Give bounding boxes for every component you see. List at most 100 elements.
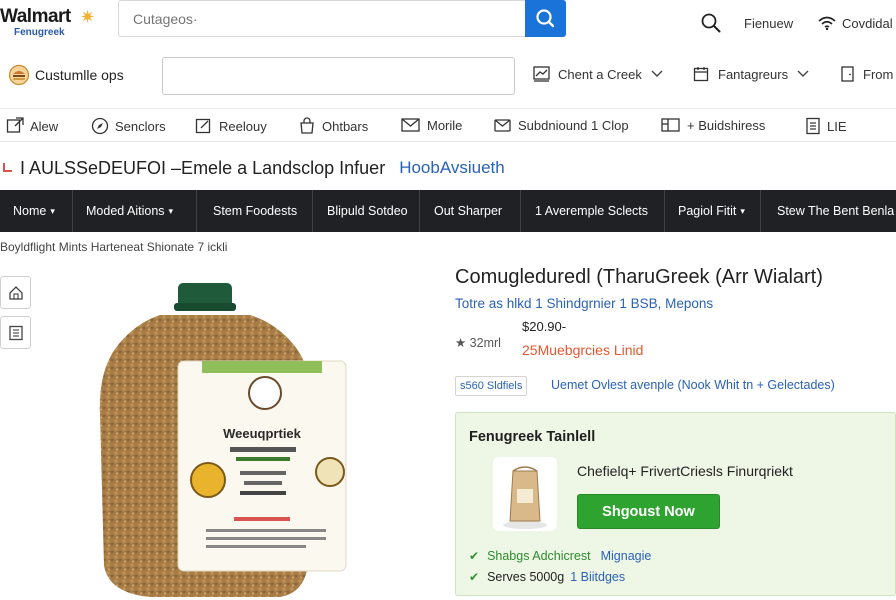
secondary-bar: Custumlle ops Chent a Creek Fantagreurs [0, 52, 896, 100]
nav-item-nome[interactable]: Nome ▾ [13, 190, 55, 232]
compass-icon [91, 117, 109, 135]
offers-link[interactable]: Uemet Ovlest avenple (Nook Whit tn + Gel… [551, 378, 835, 392]
shop-now-button[interactable]: Shgoust Now [577, 494, 720, 529]
row2-dropdown-1[interactable]: Chent a Creek [533, 66, 663, 82]
bag-icon [300, 117, 314, 134]
product-rating[interactable]: ★ 32mrl [455, 335, 501, 350]
promo-headline: I AULSSeDEUFOI –Emele a Landsclop Infuer… [0, 150, 896, 186]
toolbar-item-label: Subdniound 1 Clop [518, 117, 629, 133]
nav-item-stem-foodests[interactable]: Stem Foodests [213, 190, 297, 232]
chevron-down-icon [797, 70, 809, 77]
deal-badge: 25Muebgrcies Linid [522, 342, 644, 358]
nav-item-out-sharper[interactable]: Out Sharper [434, 190, 502, 232]
search-button[interactable] [525, 0, 566, 37]
feature-1-link[interactable]: Mignagie [601, 549, 652, 563]
thumbnail-1[interactable] [0, 276, 31, 309]
customer-menu[interactable]: Custumlle ops [8, 64, 124, 86]
bag-icon [503, 466, 547, 529]
burger-icon [8, 64, 30, 86]
headline-text: I AULSSeDEUFOI –Emele a Landsclop Infuer [20, 157, 386, 178]
row2-dropdown-1-label: Chent a Creek [558, 66, 642, 82]
toolbar-item-label: Alew [30, 118, 59, 134]
toolbar-item-alew[interactable]: Alew [6, 117, 58, 135]
offer-feature-2: ✔ Serves 5000g 1 Biitdges [469, 570, 625, 584]
product-title: Comugleduredl (TharuGreek (Arr Wialart) [455, 266, 823, 288]
nav-divider [520, 190, 521, 232]
toolbar-item-reelouy[interactable]: Reelouy [195, 117, 267, 135]
toolbar-item-morile[interactable]: Morile [401, 117, 462, 133]
top-bar: Walmart ✷ Fenugreek Fienuew Covdidal [0, 0, 896, 44]
expand-icon [6, 117, 24, 133]
top-link-2-label: Covdidal [842, 15, 893, 31]
heart-icon [3, 163, 12, 172]
nav-item-moded-aitions[interactable]: Moded Aitions ▾ [86, 190, 173, 232]
spark-icon: ✷ [80, 7, 96, 27]
toolbar-item-lie[interactable]: LIE [805, 117, 847, 135]
fenugreek-jar-illustration: Weeuqprtiek [99, 283, 347, 597]
offer-feature-1: ✔ Shabgs Adchicrest Mignagie [469, 549, 651, 563]
nav-item-label: Stew The Bent Benla [777, 204, 895, 218]
toolbar-item-subdniound[interactable]: Subdniound 1 Clop [494, 117, 629, 133]
nav-item-label: Pagiol Fitit [678, 204, 737, 218]
row2-link-from-label: From [863, 66, 894, 82]
top-link-2[interactable]: Covdidal [817, 10, 893, 36]
chart-icon [533, 66, 550, 82]
toolbar-item-ohtbars[interactable]: Ohtbars [298, 117, 368, 135]
nav-item-label: Stem Foodests [213, 204, 298, 218]
nav-item-averemple-sclects[interactable]: 1 Averemple Sclects [535, 190, 648, 232]
nav-divider [196, 190, 197, 232]
wifi-icon [818, 16, 836, 31]
nav-item-stew-the-bent[interactable]: Stew The Bent Benla [777, 190, 894, 232]
secondary-input[interactable] [162, 57, 515, 95]
chevron-down-icon: ▾ [50, 205, 55, 216]
checkmark-icon: ✔ [469, 570, 480, 584]
product-image[interactable]: Weeuqprtiek [90, 275, 370, 600]
search-box [118, 0, 566, 37]
top-link-1-label: Fienuew [744, 15, 794, 31]
nav-divider [312, 190, 313, 232]
toolbar-item-label: Senclors [115, 118, 166, 134]
top-link-1[interactable]: Fienuew [744, 10, 793, 36]
headline-link[interactable]: HoobAvsiueth [399, 158, 505, 178]
walmart-logo[interactable]: Walmart ✷ Fenugreek [0, 4, 110, 40]
nav-item-pagiol-fitit[interactable]: Pagiol Fitit ▾ [678, 190, 745, 232]
offer-product-thumbnail[interactable] [493, 457, 557, 531]
toolbar-item-label: Morile [427, 117, 463, 133]
envelope-icon [494, 119, 511, 132]
list-icon [8, 325, 23, 340]
offer-product-name: Chefielq+ FrivertCriesls Finurqriekt [577, 463, 793, 479]
toolbar-item-buidshiress[interactable]: + Buidshiress [661, 117, 765, 133]
row2-dropdown-2-label: Fantagreurs [718, 66, 789, 82]
home-icon [8, 285, 23, 300]
edit-icon [195, 118, 211, 134]
feature-2-link[interactable]: 1 Biitdges [570, 570, 625, 584]
customer-label: Custumlle ops [35, 67, 124, 83]
nav-item-blipuld-sotdeo[interactable]: Blipuld Sotdeo [327, 190, 408, 232]
row2-link-from[interactable]: From [840, 66, 893, 82]
toolbar-item-senclors[interactable]: Senclors [91, 117, 166, 135]
category-nav: Nome ▾ Moded Aitions ▾ Stem Foodests Bli… [0, 190, 896, 232]
nav-item-label: Out Sharper [434, 204, 503, 218]
search-icon [536, 9, 555, 28]
breadcrumb[interactable]: Boyldflight Mints Harteneat Shionate 7 i… [0, 240, 227, 254]
top-search-toggle[interactable] [700, 10, 722, 36]
category-toolbar: Alew Senclors Reelouy Ohtbars Morile Sub… [0, 108, 896, 142]
toolbar-item-label: Ohtbars [322, 118, 369, 134]
nav-divider [760, 190, 761, 232]
offer-card-title: Fenugreek Tainlell [469, 429, 596, 445]
row2-dropdown-2[interactable]: Fantagreurs [693, 66, 809, 82]
product-subtitle-link[interactable]: Totre as hlkd 1 Shindgrnier 1 BSB, Mepon… [455, 296, 713, 311]
jar-label-title: Weeuqprtiek [223, 426, 302, 441]
chevron-down-icon: ▾ [740, 205, 745, 216]
sold-chip[interactable]: s560 Sldfiels [455, 376, 528, 396]
search-input[interactable] [119, 1, 525, 36]
calendar-icon [693, 67, 709, 82]
thumbnail-2[interactable] [0, 316, 31, 349]
panel-icon [661, 118, 680, 132]
nav-item-label: Nome [13, 204, 47, 218]
toolbar-item-label: + Buidshiress [687, 117, 766, 133]
logo-subtitle: Fenugreek [14, 27, 65, 38]
offer-card: Fenugreek Tainlell Chefielq+ FrivertCrie… [455, 412, 896, 596]
product-price: $20.90- [522, 319, 567, 334]
checkmark-icon: ✔ [469, 549, 480, 563]
